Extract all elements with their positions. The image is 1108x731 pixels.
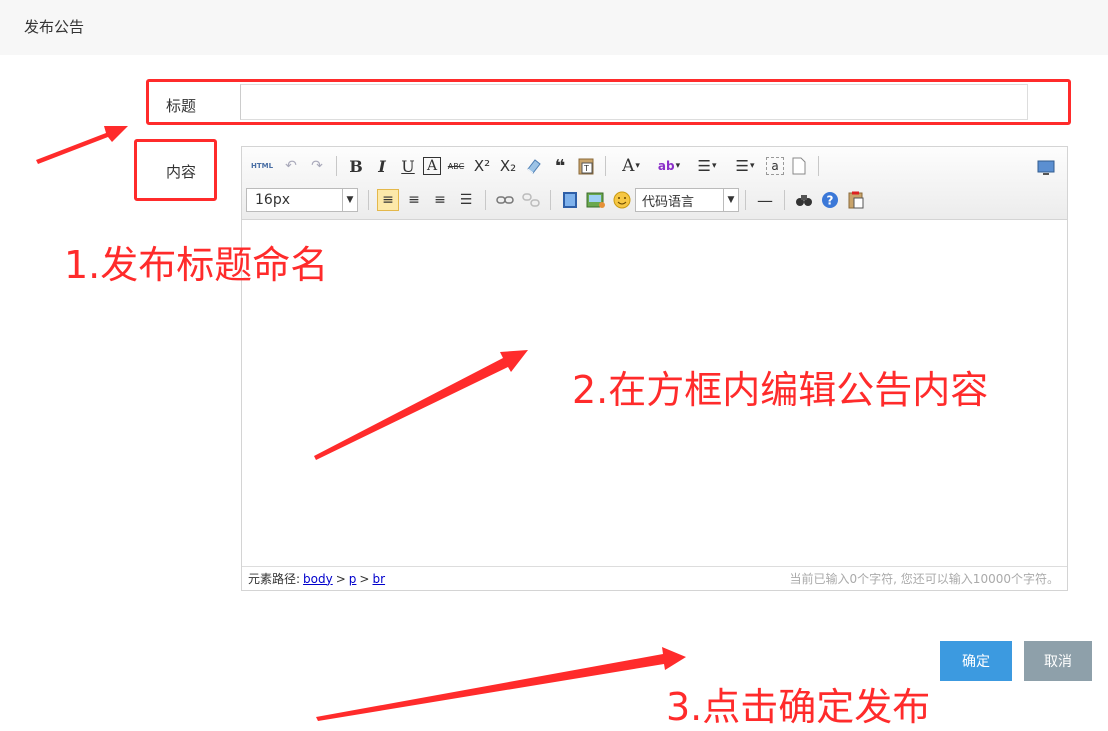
annotation-step-3: 3.点击确定发布 xyxy=(666,685,931,729)
annotation-arrow-2 xyxy=(314,350,528,460)
annotation-arrow-1 xyxy=(36,126,128,164)
annotation-step-2: 2.在方框内编辑公告内容 xyxy=(572,368,989,412)
annotation-step-1: 1.发布标题命名 xyxy=(64,243,329,287)
annotation-arrow-3 xyxy=(316,647,686,721)
